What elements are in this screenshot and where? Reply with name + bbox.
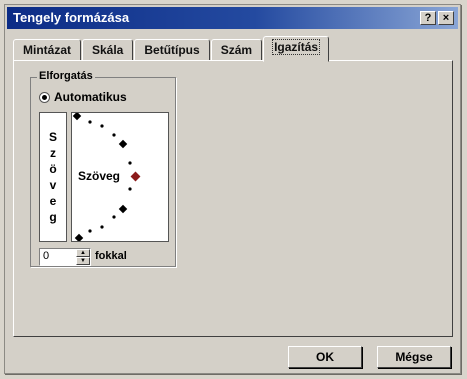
- orientation-group-label: Elforgatás: [37, 70, 95, 82]
- vertical-text-letter: v: [49, 178, 57, 192]
- radio-selected-icon[interactable]: [39, 91, 50, 103]
- tab-igazitas[interactable]: Igazítás: [263, 36, 330, 62]
- cancel-button[interactable]: Mégse: [377, 346, 451, 368]
- tab-szam[interactable]: Szám: [210, 39, 263, 61]
- spin-down-icon[interactable]: ▼: [76, 257, 90, 265]
- vertical-text-option[interactable]: S z ö v e g: [39, 112, 67, 242]
- dial-diamond-marker: [74, 233, 84, 241]
- dial-tick-dot: [112, 133, 116, 137]
- orientation-group: Elforgatás Automatikus S z ö v e g Szöve…: [30, 70, 176, 267]
- dial-diamond-marker: [118, 139, 128, 149]
- degrees-value[interactable]: 0: [43, 250, 49, 262]
- vertical-text-letter: ö: [49, 162, 57, 176]
- degrees-unit-label: fokkal: [95, 250, 127, 262]
- spin-up-icon[interactable]: ▲: [76, 249, 90, 257]
- title-bar: Tengely formázása ? ×: [7, 7, 458, 29]
- dialog-title: Tengely formázása: [13, 10, 130, 25]
- tab-strip: Mintázat Skála Betűtípus Szám Igazítás: [13, 35, 330, 62]
- dial-text-label: Szöveg: [78, 169, 121, 183]
- rotation-dial[interactable]: Szöveg: [71, 112, 169, 242]
- spinner-buttons: ▲ ▼: [76, 249, 90, 265]
- dial-tick-dot: [128, 187, 132, 191]
- tab-skala[interactable]: Skála: [82, 39, 134, 61]
- dial-tick-dot: [100, 225, 104, 229]
- dial-current-marker: [130, 171, 141, 182]
- alignment-panel: Elforgatás Automatikus S z ö v e g Szöve…: [13, 60, 453, 337]
- format-axis-dialog: Tengely formázása ? × Mintázat Skála Bet…: [4, 4, 461, 374]
- auto-radio-label: Automatikus: [54, 90, 127, 104]
- dial-tick-dot: [88, 120, 92, 124]
- help-button[interactable]: ?: [420, 11, 436, 25]
- dial-tick-dot: [88, 229, 92, 233]
- close-button[interactable]: ×: [438, 11, 454, 25]
- vertical-text-letter: e: [49, 194, 57, 208]
- tab-betutipus[interactable]: Betűtípus: [134, 39, 210, 61]
- auto-radio-option[interactable]: Automatikus: [39, 90, 127, 104]
- dial-diamond-marker: [118, 204, 128, 214]
- dial-diamond-marker: [72, 113, 82, 121]
- vertical-text-letter: S: [48, 130, 57, 144]
- tab-mintazat[interactable]: Mintázat: [13, 39, 81, 61]
- ok-button[interactable]: OK: [288, 346, 362, 368]
- dial-tick-dot: [128, 161, 132, 165]
- dial-tick-dot: [112, 215, 116, 219]
- degrees-spinner[interactable]: 0 ▲ ▼: [39, 248, 91, 266]
- dial-tick-dot: [100, 124, 104, 128]
- vertical-text-letter: z: [50, 146, 56, 160]
- vertical-text-letter: g: [49, 210, 57, 224]
